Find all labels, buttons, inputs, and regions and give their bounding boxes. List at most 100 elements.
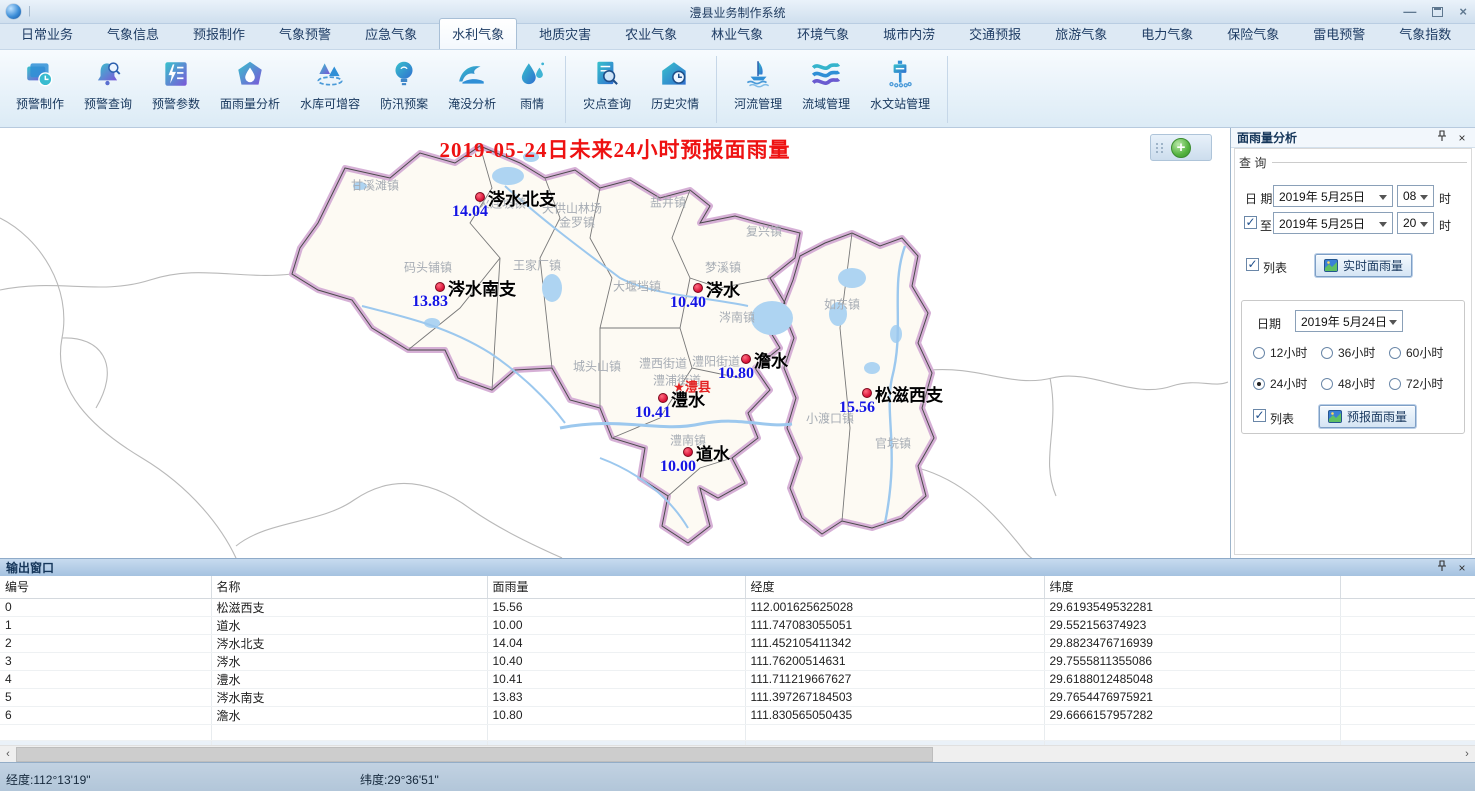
btn-shuiwenzhan-guanli[interactable]: 水文站管理 [861, 54, 939, 125]
cell-rainfall: 15.56 [487, 598, 745, 616]
output-table-row[interactable]: 1 道水 10.00 111.747083055051 29.552156374… [0, 616, 1475, 634]
col-longitude[interactable]: 经度 [745, 576, 1044, 598]
tab-qixiang-yujing[interactable]: 气象预警 [267, 19, 343, 49]
cell-longitude: 111.452105411342 [745, 634, 1044, 652]
tab-qixiang-xinxi[interactable]: 气象信息 [95, 19, 171, 49]
cell-latitude: 29.552156374923 [1044, 616, 1340, 634]
output-table-row[interactable]: 2 涔水北支 14.04 111.452105411342 29.8823476… [0, 634, 1475, 652]
station-rain-value: 10.00 [660, 458, 696, 476]
col-latitude[interactable]: 纬度 [1044, 576, 1340, 598]
close-panel-icon[interactable]: × [1455, 131, 1469, 145]
toolbar-separator [716, 56, 717, 123]
end-hour-select[interactable]: 20 [1397, 212, 1434, 234]
table-horizontal-scrollbar[interactable]: ‹ › [0, 745, 1475, 762]
col-rainfall[interactable]: 面雨量 [487, 576, 745, 598]
cell-rainfall: 13.83 [487, 688, 745, 706]
btn-yujing-canshu[interactable]: 预警参数 [143, 54, 209, 125]
forecast-date-select[interactable]: 2019年 5月24日 [1295, 310, 1403, 332]
tab-linye-qixiang[interactable]: 林业气象 [699, 19, 775, 49]
duration-60h-radio[interactable]: 60小时 [1389, 344, 1443, 361]
start-date-select[interactable]: 2019年 5月25日 [1273, 185, 1393, 207]
map-float-toolbar: + [1150, 134, 1212, 161]
station-rain-value: 13.83 [412, 293, 448, 311]
col-id[interactable]: 编号 [0, 576, 211, 598]
output-table-row[interactable]: 3 涔水 10.40 111.76200514631 29.7555811355… [0, 652, 1475, 670]
maximize-button[interactable] [1432, 7, 1443, 17]
duration-12h-radio[interactable]: 12小时 [1253, 344, 1307, 361]
status-latitude: 纬度:29°36'51" [360, 771, 439, 788]
scroll-left-icon[interactable]: ‹ [0, 746, 16, 762]
forecast-rain-button[interactable]: 预报面雨量 [1319, 405, 1416, 428]
tab-nongye-qixiang[interactable]: 农业气象 [613, 19, 689, 49]
btn-yuqing[interactable]: 雨情 [507, 54, 557, 125]
cell-name: 澧水 [211, 670, 487, 688]
scroll-right-icon[interactable]: › [1459, 746, 1475, 762]
btn-yujing-chaxun[interactable]: 预警查询 [75, 54, 141, 125]
btn-zaidian-chaxun[interactable]: 灾点查询 [574, 54, 640, 125]
station-name: 涔水北支 [488, 185, 556, 210]
menu-tab-bar: 日常业务 气象信息 预报制作 气象预警 应急气象 水利气象 地质灾害 农业气象 … [0, 24, 1475, 50]
duration-24h-radio[interactable]: 24小时 [1253, 375, 1307, 392]
close-output-icon[interactable]: × [1455, 561, 1469, 575]
end-date-select[interactable]: 2019年 5月25日 [1273, 212, 1393, 234]
drag-grip-icon[interactable] [1156, 143, 1164, 153]
output-table-row[interactable]: 4 澧水 10.41 111.711219667627 29.618801248… [0, 670, 1475, 688]
tab-richang-yewu[interactable]: 日常业务 [9, 19, 85, 49]
tab-chengshi-neilao[interactable]: 城市内涝 [871, 19, 947, 49]
tab-jiaotong-yubao[interactable]: 交通预报 [957, 19, 1033, 49]
output-table-row[interactable]: 6 澹水 10.80 111.830565050435 29.666615795… [0, 706, 1475, 724]
town-label: 盐井镇 [650, 194, 686, 211]
col-name[interactable]: 名称 [211, 576, 487, 598]
cell-rainfall: 10.00 [487, 616, 745, 634]
tab-dianli-qixiang[interactable]: 电力气象 [1129, 19, 1205, 49]
tab-yubao-zhizuo[interactable]: 预报制作 [181, 19, 257, 49]
pin-icon[interactable] [1435, 560, 1449, 575]
tab-leidian-yujing[interactable]: 雷电预警 [1301, 19, 1377, 49]
realtime-rain-button[interactable]: 实时面雨量 [1315, 254, 1412, 277]
btn-lishi-zaiqing[interactable]: 历史灾情 [642, 54, 708, 125]
station-rain-value: 15.56 [839, 399, 875, 417]
zoom-in-button[interactable]: + [1171, 138, 1191, 158]
tab-baoxian-qixiang[interactable]: 保险气象 [1215, 19, 1291, 49]
start-hour-select[interactable]: 08 [1397, 185, 1434, 207]
cell-rainfall: 10.40 [487, 652, 745, 670]
town-label: 王家厂镇 [513, 257, 561, 274]
output-table-row[interactable]: 0 松滋西支 15.56 112.001625625028 29.6193549… [0, 598, 1475, 616]
to-date-checkbox[interactable]: ✓ [1244, 216, 1257, 229]
cell-name: 涔水北支 [211, 634, 487, 652]
btn-yanmo-fenxi[interactable]: 淹没分析 [439, 54, 505, 125]
station-name: 澹水 [754, 347, 788, 372]
btn-heliu-guanli[interactable]: 河流管理 [725, 54, 791, 125]
app-window: | 澧县业务制作系统 — × 日常业务 气象信息 预报制作 气象预警 应急气象 … [0, 0, 1475, 791]
btn-yujing-zhizuo[interactable]: 预警制作 [7, 54, 73, 125]
rain-analysis-panel: 面雨量分析 × 查 询 日 期 2019年 5月25日 08 时 ✓ 至 201… [1230, 128, 1475, 558]
btn-shuiku-kezengrong[interactable]: 水库可增容 [291, 54, 369, 125]
duration-36h-radio[interactable]: 36小时 [1321, 344, 1375, 361]
duration-48h-radio[interactable]: 48小时 [1321, 375, 1375, 392]
town-label: 码头铺镇 [404, 259, 452, 276]
station-name: 涔水 [706, 276, 740, 301]
tab-qixiang-zhishu[interactable]: 气象指数 [1387, 19, 1463, 49]
pin-icon[interactable] [1435, 130, 1449, 145]
station-rain-value: 10.40 [670, 294, 706, 312]
cell-id: 6 [0, 706, 211, 724]
tab-lvyou-qixiang[interactable]: 旅游气象 [1043, 19, 1119, 49]
duration-72h-radio[interactable]: 72小时 [1389, 375, 1443, 392]
btn-mianyuliang-fenxi[interactable]: 面雨量分析 [211, 54, 289, 125]
tab-dizhi-zaihai[interactable]: 地质灾害 [527, 19, 603, 49]
tab-huanjing-qixiang[interactable]: 环境气象 [785, 19, 861, 49]
station-dot-icon [862, 388, 872, 398]
realtime-list-checkbox[interactable]: ✓ [1246, 258, 1259, 271]
scrollbar-thumb[interactable] [16, 747, 933, 762]
btn-liuyu-guanli[interactable]: 流域管理 [793, 54, 859, 125]
map-canvas[interactable]: 2019-05-24日未来24小时预报面雨量 甘溪滩镇 火连坡镇 天供山林场 金… [0, 128, 1230, 558]
map-forecast-title: 2019-05-24日未来24小时预报面雨量 [0, 134, 1230, 164]
rain-drops-icon [516, 58, 548, 90]
cell-longitude: 111.76200514631 [745, 652, 1044, 670]
tab-shuili-qixiang[interactable]: 水利气象 [439, 18, 517, 49]
status-longitude: 经度:112°13'19" [6, 771, 91, 788]
output-table-row[interactable]: 5 涔水南支 13.83 111.397267184503 29.7654476… [0, 688, 1475, 706]
tab-yingji-qixiang[interactable]: 应急气象 [353, 19, 429, 49]
btn-fangxun-yuan[interactable]: 防汛预案 [371, 54, 437, 125]
forecast-list-checkbox[interactable]: ✓ [1253, 409, 1266, 422]
